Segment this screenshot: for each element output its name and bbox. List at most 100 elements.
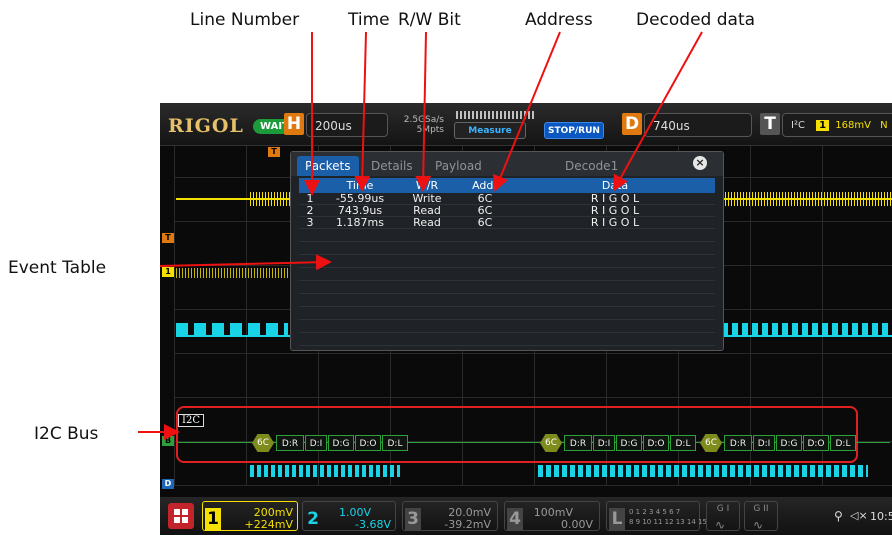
logic-analyzer-settings[interactable]: L 0 1 2 3 4 5 6 7 8 9 10 11 12 13 14 15 [606,501,707,531]
line-number: 3 [299,216,321,229]
bus-data-byte[interactable]: D:O [355,435,381,451]
ch1-trace-lower [176,268,290,278]
empty-row [299,267,715,281]
trigger-position-marker[interactable]: T [268,147,280,157]
bus-data-byte[interactable]: D:L [382,435,408,451]
trigger-label[interactable]: T [760,113,780,135]
bus-data-byte[interactable]: D:G [328,435,354,451]
grid-icon [174,509,188,523]
label-event-table: Event Table [8,258,107,278]
ch1-burst-3 [722,192,892,206]
delay-value[interactable]: 740us [644,113,752,137]
ch1-offset-marker[interactable]: 1 [162,267,174,277]
horizontal-scale[interactable]: 200us [306,113,388,137]
header-time: Time [321,178,399,193]
speaker-icon[interactable]: ◁× [850,509,868,522]
horizontal-label[interactable]: H [284,113,304,135]
label-address: Address [525,10,593,30]
la-digits-top: 0 1 2 3 4 5 6 7 [629,508,681,516]
bus-data-byte[interactable]: D:G [776,435,802,451]
bus-data-byte[interactable]: D:R [724,435,752,451]
generator-2-button[interactable]: G II ∿ [744,501,778,532]
ch2-settings[interactable]: 2 1.00V -3.68V [302,501,396,531]
sine-wave-icon: ∿ [715,518,726,532]
label-rw-bit: R/W Bit [398,10,461,30]
tab-payload[interactable]: Payload [427,156,490,176]
empty-row [299,241,715,255]
ch4-settings[interactable]: 4 100mV 0.00V [504,501,600,531]
packet-addr: 6C [455,193,515,205]
ch1-trigger-level-marker[interactable]: T [162,233,174,243]
ch2-lower-burst-2 [538,465,868,477]
event-table: Time W/R Addr Data 1 -55.99us Write 6C R… [299,178,715,346]
packet-rw: Read [399,216,455,229]
event-table-panel: Packets Details Payload Decode1 × Time W… [290,151,724,351]
menu-button[interactable] [168,503,194,529]
close-icon[interactable]: × [693,156,707,170]
ch2-number: 2 [307,509,319,529]
empty-row [299,228,715,242]
bus-data-byte[interactable]: D:O [803,435,829,451]
empty-row [299,293,715,307]
ch3-settings[interactable]: 3 20.0mV -39.2mV [402,501,498,531]
empty-row [299,319,715,333]
packet-rw: Write [399,193,455,205]
d-marker[interactable]: D [162,479,174,489]
table-row[interactable]: 1 -55.99us Write 6C R I G O L [299,193,715,205]
header-wr: W/R [399,178,455,193]
sine-wave-icon: ∿ [753,518,764,532]
bus-data-byte[interactable]: D:I [593,435,615,451]
bus-data-byte[interactable]: D:R [564,435,592,451]
bus-marker[interactable]: B [162,436,174,446]
trigger-settings[interactable]: I²C 1 168mV N [782,113,892,137]
ch2-offset: -3.68V [355,518,391,531]
ch3-number: 3 [405,508,421,530]
generator-1-button[interactable]: G I ∿ [706,501,740,532]
trigger-source: 1 [816,120,830,131]
header-line [299,178,321,193]
label-decoded-data: Decoded data [636,10,756,30]
usb-icon: ⚲ [834,509,843,523]
ch1-settings[interactable]: 1 200mV +224mV [202,501,298,531]
ch3-offset: -39.2mV [444,518,491,531]
bus-data-byte[interactable]: D:L [830,435,856,451]
sample-rate: 2.5GSa/s [403,115,444,125]
trigger-mode: N [880,120,888,131]
ch1-offset: +224mV [244,518,293,531]
measure-button[interactable]: Measure [454,122,526,139]
packet-addr: 6C [455,204,515,217]
tab-details[interactable]: Details [363,156,421,176]
empty-row [299,332,715,346]
decoder-title: Decode1 [565,159,619,173]
trigger-level: 168mV [835,120,871,131]
empty-row [299,280,715,294]
bus-data-byte[interactable]: D:O [643,435,669,451]
channel-bar: 1 200mV +224mV 2 1.00V -3.68V 3 20.0mV -… [160,497,892,535]
ch2-burst-1 [176,323,288,337]
table-row[interactable]: 2 743.9us Read 6C R I G O L [299,204,715,217]
ch4-number: 4 [507,508,523,530]
bus-data-byte[interactable]: D:R [276,435,304,451]
packet-data: R I G O L [515,216,715,229]
generator-1-label: G I [716,504,730,514]
ch2-lower-burst-1 [250,465,400,477]
ch1-number: 1 [205,508,221,530]
clock: 10:5 [870,510,892,523]
header-data: Data [515,178,715,193]
packet-data: R I G O L [515,193,715,205]
bus-data-byte[interactable]: D:I [305,435,327,451]
trigger-type: I²C [791,120,805,131]
delay-label[interactable]: D [622,113,642,135]
bus-data-byte[interactable]: D:I [753,435,775,451]
packet-time: -55.99us [321,193,399,205]
stop-run-button[interactable]: STOP/RUN [544,122,604,139]
la-digits-bottom: 8 9 10 11 12 13 14 15 [629,518,707,526]
packet-data: R I G O L [515,204,715,217]
bus-data-byte[interactable]: D:G [616,435,642,451]
tab-packets[interactable]: Packets [297,156,359,176]
table-row[interactable]: 3 1.187ms Read 6C R I G O L [299,216,715,229]
event-table-tabs: Packets Details Payload Decode1 × [291,152,723,176]
label-i2c-bus: I2C Bus [34,424,99,444]
bus-data-byte[interactable]: D:L [670,435,696,451]
packet-time: 1.187ms [321,216,399,229]
